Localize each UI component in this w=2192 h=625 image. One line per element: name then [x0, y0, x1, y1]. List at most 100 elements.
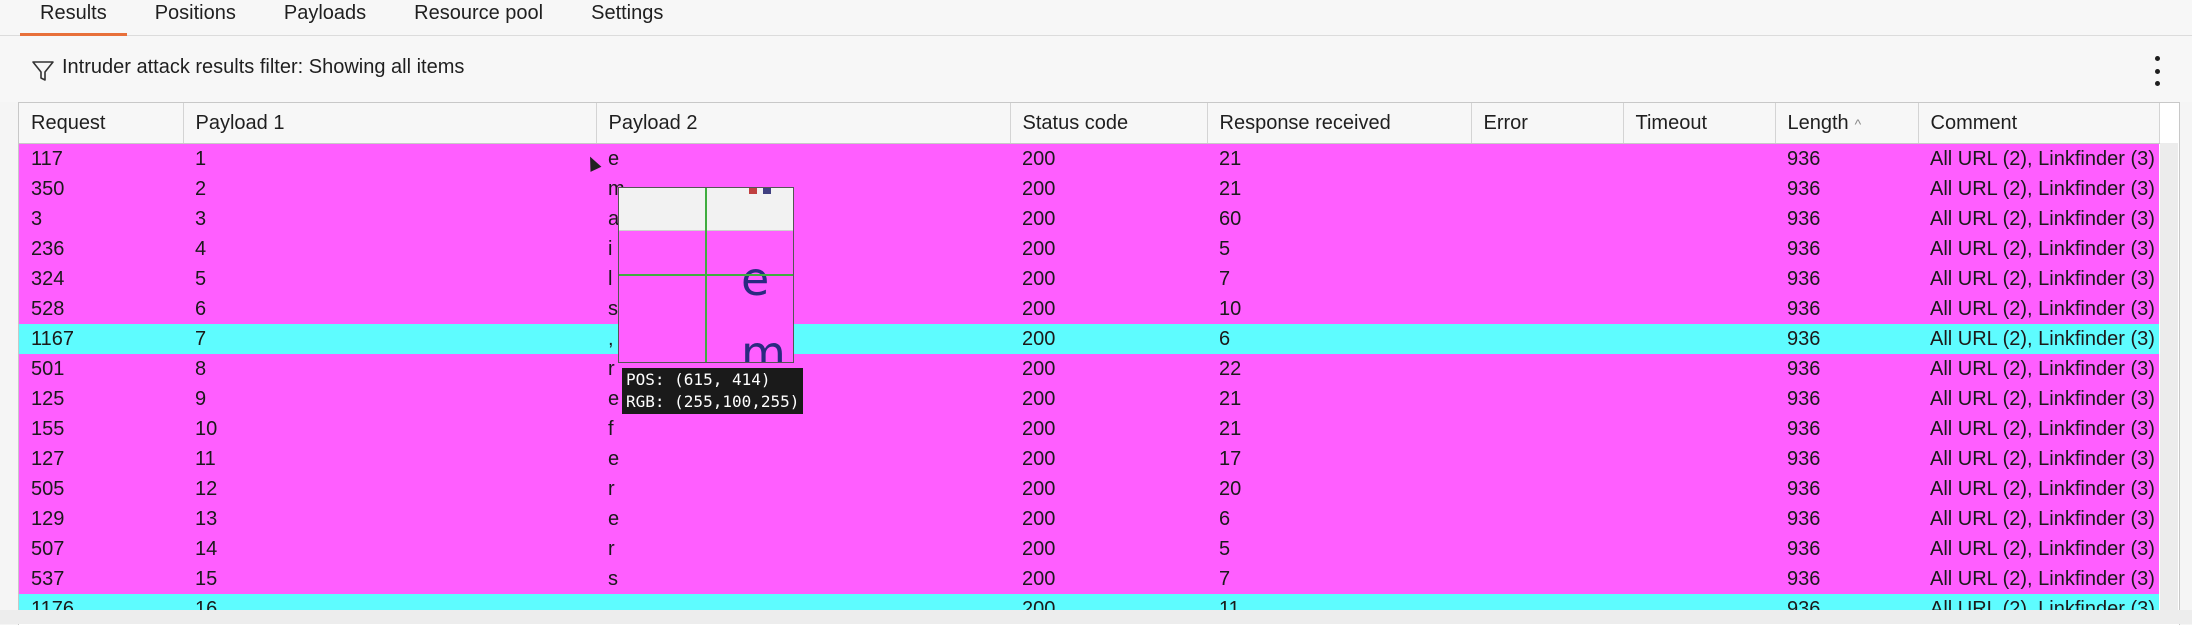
cell-status-code: 200: [1010, 143, 1207, 174]
cell-length: 936: [1775, 264, 1918, 294]
cell-error: [1471, 384, 1623, 414]
cell-status-code: 200: [1010, 474, 1207, 504]
cell-request: 537: [19, 564, 183, 594]
cell-length: 936: [1775, 444, 1918, 474]
cell-request: 236: [19, 234, 183, 264]
cell-status-code: 200: [1010, 564, 1207, 594]
color-picker-magnifier: e m: [618, 187, 794, 363]
cell-payload-1: 15: [183, 564, 596, 594]
table-row[interactable]: 129 13 e 200 6 936 All URL (2), Linkfinder (3): [19, 504, 2159, 534]
cell-length: 936: [1775, 324, 1918, 354]
table-row[interactable]: 127 11 e 200 17 936 All URL (2), Linkfinder (3…: [19, 444, 2159, 474]
table-row[interactable]: 155 10 f 200 21 936 All URL (2), Linkfinder (3…: [19, 414, 2159, 444]
column-header-timeout[interactable]: Timeout: [1623, 103, 1776, 144]
table-row[interactable]: 324 5 l 200 7 936 All URL (2), Linkfinder (3): [19, 264, 2159, 294]
table-row[interactable]: 236 4 i 200 5 936 All URL (2), Linkfinder (3): [19, 234, 2159, 264]
column-header-payload-1[interactable]: Payload 1: [183, 103, 597, 144]
cell-timeout: [1623, 294, 1775, 324]
cell-length: 936: [1775, 174, 1918, 204]
horizontal-scrollbar[interactable]: [0, 610, 2192, 624]
cell-comment: All URL (2), Linkfinder (3): [1918, 294, 2159, 324]
cell-response-received: 6: [1207, 324, 1471, 354]
cell-request: 350: [19, 174, 183, 204]
color-picker-readout: POS: (615, 414) RGB: (255,100,255): [622, 368, 804, 414]
tab-resource-pool[interactable]: Resource pool: [390, 0, 567, 35]
column-header-response-received[interactable]: Response received: [1207, 103, 1472, 144]
cell-payload-1: 4: [183, 234, 596, 264]
cell-payload-1: 7: [183, 324, 596, 354]
cell-status-code: 200: [1010, 504, 1207, 534]
tab-positions[interactable]: Positions: [131, 0, 260, 35]
column-header-status-code[interactable]: Status code: [1010, 103, 1208, 144]
cell-status-code: 200: [1010, 534, 1207, 564]
column-header-request[interactable]: Request: [19, 103, 184, 144]
kebab-menu-icon[interactable]: [2150, 56, 2164, 86]
cell-payload-1: 10: [183, 414, 596, 444]
cell-payload-2: r: [596, 534, 1010, 564]
column-header-error[interactable]: Error: [1471, 103, 1624, 144]
cell-timeout: [1623, 504, 1775, 534]
cell-request: 125: [19, 384, 183, 414]
cell-response-received: 60: [1207, 204, 1471, 234]
cell-response-received: 22: [1207, 354, 1471, 384]
cell-request: 155: [19, 414, 183, 444]
cell-status-code: 200: [1010, 174, 1207, 204]
cell-length: 936: [1775, 234, 1918, 264]
cell-status-code: 200: [1010, 264, 1207, 294]
cell-comment: All URL (2), Linkfinder (3): [1918, 444, 2159, 474]
cell-error: [1471, 174, 1623, 204]
cell-payload-1: 13: [183, 504, 596, 534]
cell-status-code: 200: [1010, 444, 1207, 474]
crosshair-horizontal: [619, 274, 793, 276]
tab-payloads[interactable]: Payloads: [260, 0, 390, 35]
table-row[interactable]: 3 3 a 200 60 936 All URL (2), Linkfinder (3): [19, 204, 2159, 234]
cell-comment: All URL (2), Linkfinder (3): [1918, 204, 2159, 234]
tab-results[interactable]: Results: [16, 0, 131, 36]
table-row[interactable]: 537 15 s 200 7 936 All URL (2), Linkfinder (3): [19, 564, 2159, 594]
cell-payload-1: 14: [183, 534, 596, 564]
cell-comment: All URL (2), Linkfinder (3): [1918, 324, 2159, 354]
pos-readout: POS: (615, 414): [626, 370, 771, 389]
filter-summary[interactable]: Intruder attack results filter: Showing …: [62, 56, 464, 79]
cell-error: [1471, 444, 1623, 474]
cell-status-code: 200: [1010, 384, 1207, 414]
cell-request: 127: [19, 444, 183, 474]
cell-comment: All URL (2), Linkfinder (3): [1918, 474, 2159, 504]
table-row[interactable]: 528 6 s 200 10 936 All URL (2), Linkfinder (3): [19, 294, 2159, 324]
cell-comment: All URL (2), Linkfinder (3): [1918, 564, 2159, 594]
cell-timeout: [1623, 264, 1775, 294]
cell-response-received: 21: [1207, 384, 1471, 414]
sort-ascending-icon: ^: [1854, 115, 1862, 132]
cell-response-received: 6: [1207, 504, 1471, 534]
cell-request: 1167: [19, 324, 183, 354]
column-header-comment[interactable]: Comment: [1918, 103, 2160, 144]
table-row[interactable]: 117 1 e 200 21 936 All URL (2), Linkfinder (3): [19, 143, 2159, 174]
cell-response-received: 7: [1207, 264, 1471, 294]
cell-response-received: 5: [1207, 534, 1471, 564]
table-row[interactable]: 505 12 r 200 20 936 All URL (2), Linkfinder (3…: [19, 474, 2159, 504]
cell-payload-1: 12: [183, 474, 596, 504]
table-row[interactable]: 507 14 r 200 5 936 All URL (2), Linkfinder (3): [19, 534, 2159, 564]
column-header-length[interactable]: Length ^: [1775, 103, 1919, 144]
cell-timeout: [1623, 384, 1775, 414]
cell-comment: All URL (2), Linkfinder (3): [1918, 234, 2159, 264]
table-row[interactable]: 125 9 e 200 21 936 All URL (2), Linkfinder (3): [19, 384, 2159, 414]
tab-bar: Results Positions Payloads Resource pool…: [0, 0, 2192, 36]
cell-comment: All URL (2), Linkfinder (3): [1918, 414, 2159, 444]
cell-timeout: [1623, 204, 1775, 234]
table-row[interactable]: 1167 7, 200 6 936 All URL (2), Linkfinder (3): [19, 324, 2159, 354]
vertical-scrollbar[interactable]: [2160, 143, 2178, 624]
cell-timeout: [1623, 474, 1775, 504]
column-header-payload-2[interactable]: Payload 2: [596, 103, 1011, 144]
cell-payload-1: 9: [183, 384, 596, 414]
cell-timeout: [1623, 534, 1775, 564]
cell-error: [1471, 234, 1623, 264]
cell-error: [1471, 324, 1623, 354]
filter-icon[interactable]: [30, 58, 56, 84]
table-row[interactable]: 501 8 r 200 22 936 All URL (2), Linkfinder (3): [19, 354, 2159, 384]
table-row[interactable]: 350 2 m 200 21 936 All URL (2), Linkfinder (3): [19, 174, 2159, 204]
cell-payload-1: 5: [183, 264, 596, 294]
cell-comment: All URL (2), Linkfinder (3): [1918, 264, 2159, 294]
cell-status-code: 200: [1010, 414, 1207, 444]
tab-settings[interactable]: Settings: [567, 0, 687, 35]
